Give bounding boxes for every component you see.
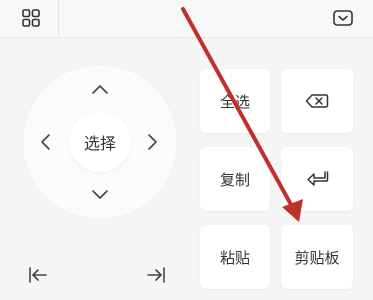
copy-key[interactable]: 复制 [200, 147, 270, 211]
chevron-right-icon [148, 134, 157, 150]
select-button-label: 选择 [83, 134, 116, 153]
backspace-icon [305, 94, 329, 108]
chevron-left-icon [41, 134, 50, 150]
direction-pad: 选择 [22, 64, 178, 220]
paste-key[interactable]: 粘贴 [200, 225, 270, 289]
up-button[interactable] [85, 74, 115, 104]
paste-label: 粘贴 [219, 248, 250, 267]
cursor-to-end-icon [147, 267, 165, 283]
delete-key[interactable] [281, 69, 353, 133]
select-all-key[interactable]: 全选 [200, 69, 270, 133]
cursor-to-start-button[interactable] [23, 260, 53, 290]
keyboard-collapse-icon [333, 10, 353, 26]
grid-icon [22, 9, 40, 27]
copy-label: 复制 [219, 170, 250, 189]
select-all-label: 全选 [219, 92, 250, 111]
clipboard-label: 剪贴板 [294, 248, 340, 267]
collapse-keyboard-button[interactable] [326, 3, 360, 33]
enter-key[interactable] [281, 147, 353, 211]
left-button[interactable] [30, 127, 60, 157]
clipboard-key[interactable]: 剪贴板 [281, 225, 353, 289]
chevron-up-icon [92, 85, 108, 94]
chevron-down-icon [92, 190, 108, 199]
cursor-to-start-icon [29, 267, 47, 283]
right-button[interactable] [138, 127, 168, 157]
enter-icon [307, 171, 329, 186]
down-button[interactable] [85, 180, 115, 210]
top-toolbar [0, 0, 373, 38]
cursor-to-end-button[interactable] [141, 260, 171, 290]
grid-button[interactable] [14, 3, 48, 33]
select-button[interactable]: 选择 [69, 112, 131, 172]
toolbar-divider [58, 0, 59, 38]
